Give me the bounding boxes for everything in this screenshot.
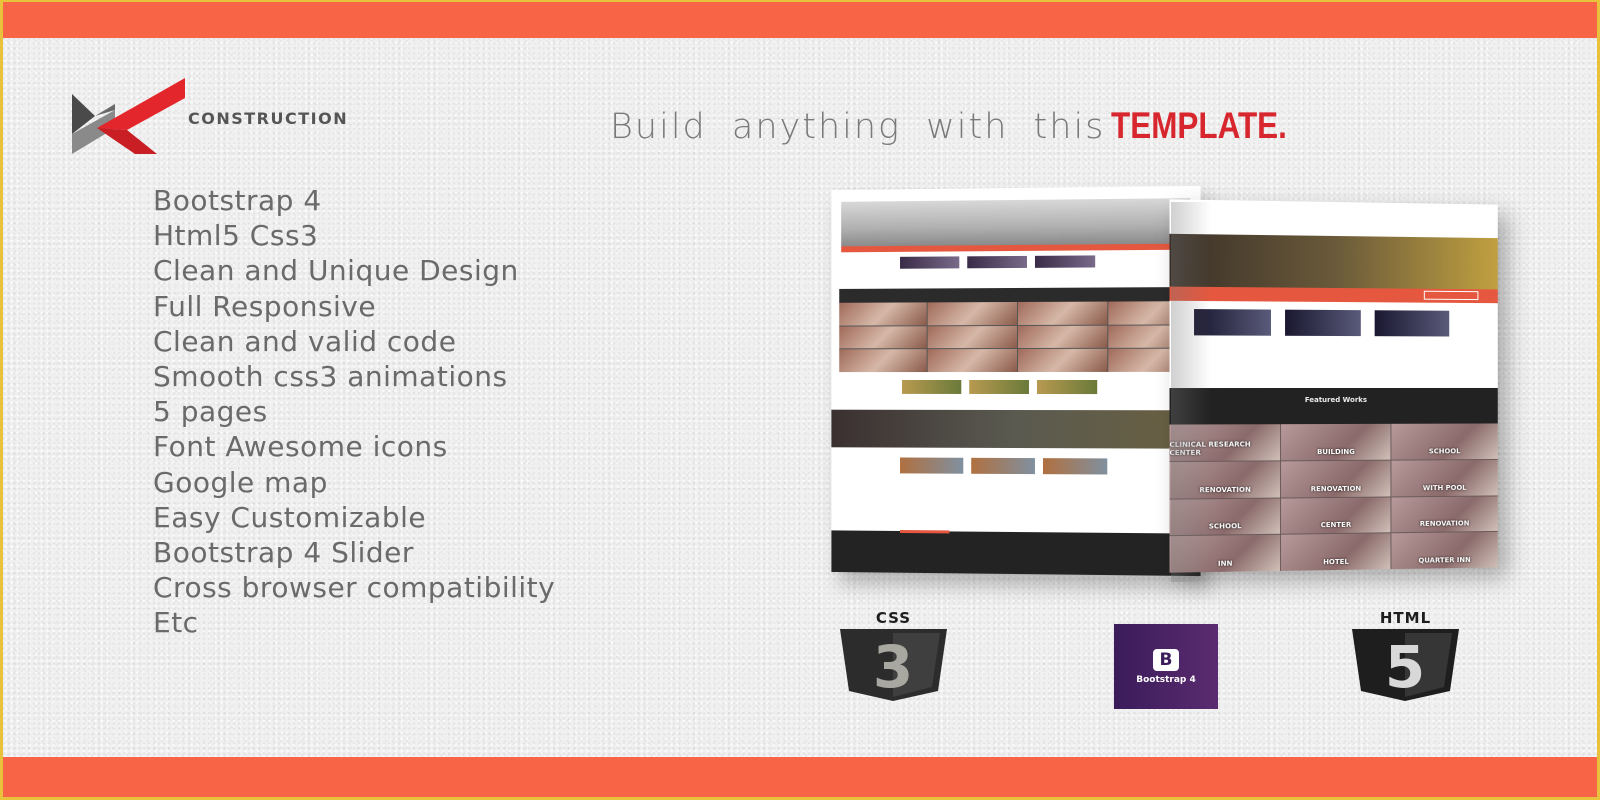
mockup-tile: RENOVATION	[1391, 495, 1498, 533]
headline-lead: Build anything with this	[610, 107, 1106, 147]
bottom-band	[3, 757, 1597, 797]
brand-name: CONSTRUCTION	[188, 109, 349, 128]
mockup-shadow	[1171, 202, 1211, 582]
homepage-mockup-right: Featured Works CLINICAL RESEARCH CENTER …	[1169, 199, 1498, 573]
html5-badge: HTML 5	[1348, 609, 1463, 701]
mockup-hero-image	[841, 198, 1191, 247]
feature-item: Clean and Unique Design	[153, 254, 519, 288]
mockup-video-thumbs	[1194, 309, 1450, 337]
mockup-tile: HOTEL	[1281, 533, 1391, 571]
top-band	[3, 2, 1597, 38]
feature-item: Bootstrap 4 Slider	[153, 536, 414, 570]
mockup-tile: CENTER	[1281, 496, 1391, 534]
feature-item: Cross browser compatibility	[153, 571, 556, 605]
feature-item: Google map	[153, 465, 328, 499]
html-badge-number: 5	[1385, 633, 1425, 701]
bootstrap-logo-icon: B	[1153, 648, 1179, 671]
mockup-service-thumbs	[900, 255, 1096, 269]
feature-list: Bootstrap 4 Html5 Css3 Clean and Unique …	[153, 183, 555, 641]
mockup-project-grid	[839, 301, 1199, 373]
mockup-tile: SCHOOL	[1391, 423, 1498, 460]
bootstrap-label: Bootstrap 4	[1136, 674, 1196, 685]
feature-item: Easy Customizable	[153, 500, 427, 534]
mockup-news-thumbs	[900, 457, 1108, 475]
feature-item: Html5 Css3	[153, 219, 319, 253]
feature-item: Clean and valid code	[153, 324, 457, 358]
html5-shield-icon: 5	[1352, 629, 1459, 701]
mockup-hero-image	[1169, 233, 1498, 290]
css3-shield-icon: 3	[840, 629, 947, 701]
css3-badge: CSS 3	[836, 609, 951, 701]
mockup-featured-header	[1169, 387, 1498, 425]
mockup-cta-button	[1423, 290, 1479, 301]
mockup-banner	[831, 409, 1201, 449]
html-badge-title: HTML	[1379, 609, 1432, 627]
mockup-featured-title: Featured Works	[1304, 395, 1367, 405]
feature-item: 5 pages	[153, 395, 268, 429]
feature-item: Font Awesome icons	[153, 430, 448, 464]
k-logo-icon	[72, 78, 185, 154]
mockup-footer-accent	[900, 530, 950, 534]
mockup-tile: WITH POOL	[1391, 459, 1498, 496]
mockup-latest-thumbs	[902, 379, 1098, 395]
mockup-tile: QUARTER INN	[1391, 532, 1498, 570]
feature-item: Etc	[153, 606, 199, 640]
mockup-featured-grid: CLINICAL RESEARCH CENTER BUILDING SCHOOL…	[1169, 423, 1498, 573]
feature-item: Smooth css3 animations	[153, 360, 508, 394]
feature-item: Full Responsive	[153, 289, 377, 323]
mockup-tile: RENOVATION	[1281, 460, 1391, 498]
promo-banner: CONSTRUCTION Build anything with this TE…	[3, 2, 1597, 797]
feature-item: Bootstrap 4	[153, 184, 322, 217]
css-badge-title: CSS	[875, 609, 912, 627]
homepage-mockup-left	[831, 185, 1201, 577]
bootstrap-badge: B Bootstrap 4	[1114, 624, 1218, 709]
css-badge-number: 3	[873, 633, 913, 701]
headline: Build anything with this TEMPLATE.	[610, 105, 1317, 147]
mockup-tile: BUILDING	[1281, 423, 1391, 461]
mockup-footer	[831, 530, 1201, 577]
headline-emphasis: TEMPLATE.	[1110, 105, 1287, 146]
